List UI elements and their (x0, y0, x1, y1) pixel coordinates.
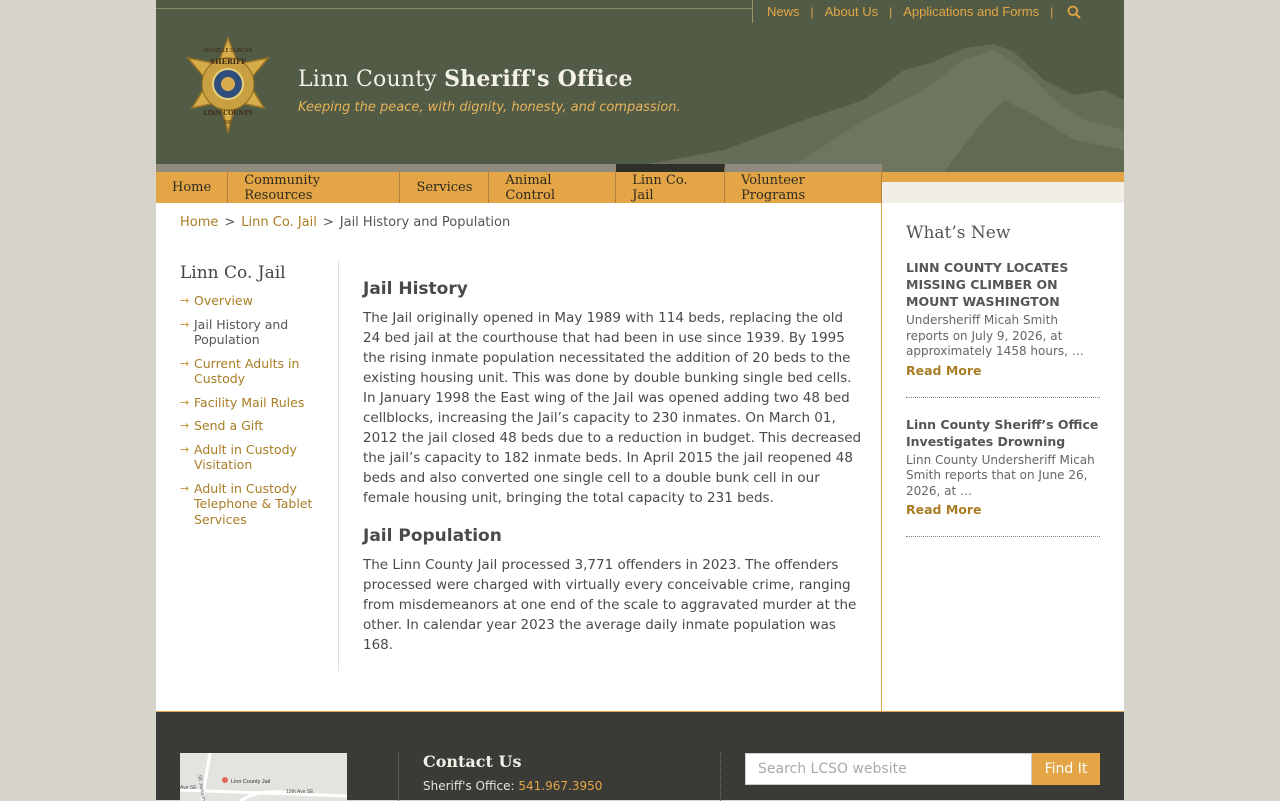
subnav-item-current-adults[interactable]: → Current Adults in Custody (180, 356, 320, 387)
nav-linn-co-jail[interactable]: Linn Co. Jail (616, 164, 726, 203)
page: News | About Us | Applications and Forms… (156, 0, 1124, 801)
utility-link-forms[interactable]: Applications and Forms (903, 4, 1039, 19)
whats-new-title: What’s New (906, 223, 1011, 243)
news-headline[interactable]: LINN COUNTY LOCATES MISSING CLIMBER ON M… (906, 259, 1100, 310)
site-footer: Linn County Jail SE Jackson St 12th Ave … (156, 711, 1124, 801)
breadcrumb-home[interactable]: Home (180, 215, 218, 230)
paragraph-jail-history: The Jail originally opened in May 1989 w… (363, 310, 862, 506)
badge-text-name: MICHELLE DUNCAN (204, 48, 253, 54)
map-label-jail: Linn County Jail (231, 779, 270, 785)
map-graphic: Linn County Jail SE Jackson St 12th Ave … (180, 753, 347, 801)
nav-community-resources[interactable]: Community Resources (228, 164, 401, 203)
utility-separator: | (810, 4, 814, 19)
arrow-right-icon: → (180, 419, 190, 432)
arrow-right-icon: → (180, 294, 190, 307)
office-phone: Sheriff's Office: 541.967.3950 (423, 779, 603, 793)
breadcrumb-section[interactable]: Linn Co. Jail (241, 215, 317, 230)
subnav-item-mail-rules[interactable]: → Facility Mail Rules (180, 395, 320, 411)
subnav-item-send-gift[interactable]: → Send a Gift (180, 418, 320, 434)
arrow-right-icon: → (180, 356, 190, 370)
mountain-backdrop (604, 44, 1124, 172)
site-title[interactable]: Linn County Sheriff's Office (298, 66, 681, 92)
badge-text-sheriff: SHERIFF (210, 57, 246, 66)
footer-search-input[interactable]: Search LCSO website (745, 753, 1032, 785)
subnav-item-telephone[interactable]: → Adult in Custody Telephone & Tablet Ser… (180, 481, 320, 528)
read-more-link[interactable]: Read More (906, 502, 982, 517)
main-content: Home > Linn Co. Jail > Jail History and Popu… (156, 203, 882, 711)
site-tagline: Keeping the peace, with dignity, honesty… (298, 100, 681, 115)
site-header: News | About Us | Applications and Forms… (156, 0, 1124, 172)
whats-new: What’s New LINN COUNTY LOCATES MISSING C… (906, 223, 1100, 555)
utility-separator: | (1050, 4, 1054, 19)
paragraph-jail-population: The Linn County Jail processed 3,771 off… (363, 557, 857, 653)
whats-new-sidebar: What’s New LINN COUNTY LOCATES MISSING C… (882, 203, 1124, 711)
badge-text-state: OR (224, 120, 232, 126)
breadcrumb-current: Jail History and Population (339, 215, 511, 230)
search-icon[interactable] (1067, 5, 1081, 19)
sheriff-badge-logo[interactable]: MICHELLE DUNCAN SHERIFF LINN COUNTY OR (180, 36, 276, 136)
subnav-item-history[interactable]: → Jail History and Population (180, 317, 320, 348)
nav-services[interactable]: Services (400, 164, 490, 203)
badge-text-county: LINN COUNTY (203, 110, 253, 117)
contact-title: Contact Us (423, 752, 522, 771)
footer-divider (720, 752, 721, 801)
nav-volunteer-programs[interactable]: Volunteer Programs (725, 164, 883, 203)
arrow-right-icon: → (180, 481, 190, 495)
heading-jail-history: Jail History (363, 279, 468, 299)
nav-animal-control[interactable]: Animal Control (489, 164, 617, 203)
site-brand: Linn County Sheriff's Office Keeping the… (298, 66, 681, 115)
map-label-12th: 12th Ave SE (286, 789, 314, 795)
find-it-button[interactable]: Find It (1032, 753, 1100, 785)
breadcrumb: Home > Linn Co. Jail > Jail History and Popu… (180, 215, 511, 230)
nav-filler (882, 172, 1124, 203)
heading-jail-population: Jail Population (363, 526, 502, 546)
news-summary: Undersheriff Micah Smith reports on July… (906, 313, 1084, 358)
read-more-link[interactable]: Read More (906, 363, 982, 378)
arrow-right-icon: → (180, 395, 190, 409)
news-summary: Linn County Undersheriff Micah Smith rep… (906, 452, 1095, 498)
arrow-right-icon: → (180, 442, 190, 456)
utility-separator: | (889, 4, 893, 19)
jail-location-map[interactable]: Linn County Jail SE Jackson St 12th Ave … (180, 753, 347, 801)
article: Jail History The Jail originally opened … (363, 279, 863, 673)
section-subnav: Linn Co. Jail → Overview → Jail History an… (180, 263, 340, 535)
map-label-ave: Ave SE (180, 785, 197, 791)
office-phone-link[interactable]: 541.967.3950 (518, 779, 602, 793)
utility-nav: News | About Us | Applications and Forms… (752, 0, 1081, 23)
subnav-item-overview[interactable]: → Overview (180, 293, 320, 309)
news-headline[interactable]: Linn County Sheriff’s Office Investigate… (906, 416, 1100, 450)
footer-divider (398, 752, 399, 801)
utility-link-news[interactable]: News (767, 4, 800, 19)
main-nav: Home Community Resources Services Animal… (156, 164, 883, 203)
contact-block: Contact Us Sheriff's Office: 541.967.395… (423, 752, 602, 793)
nav-home[interactable]: Home (156, 164, 229, 203)
utility-link-about[interactable]: About Us (825, 4, 878, 19)
subnav-divider (338, 261, 339, 671)
news-item: LINN COUNTY LOCATES MISSING CLIMBER ON M… (906, 259, 1100, 398)
subnav-item-visitation[interactable]: → Adult in Custody Visitation (180, 442, 320, 473)
news-item: Linn County Sheriff’s Office Investigate… (906, 416, 1100, 537)
subnav-title: Linn Co. Jail (180, 263, 286, 283)
arrow-right-icon: → (180, 317, 190, 331)
